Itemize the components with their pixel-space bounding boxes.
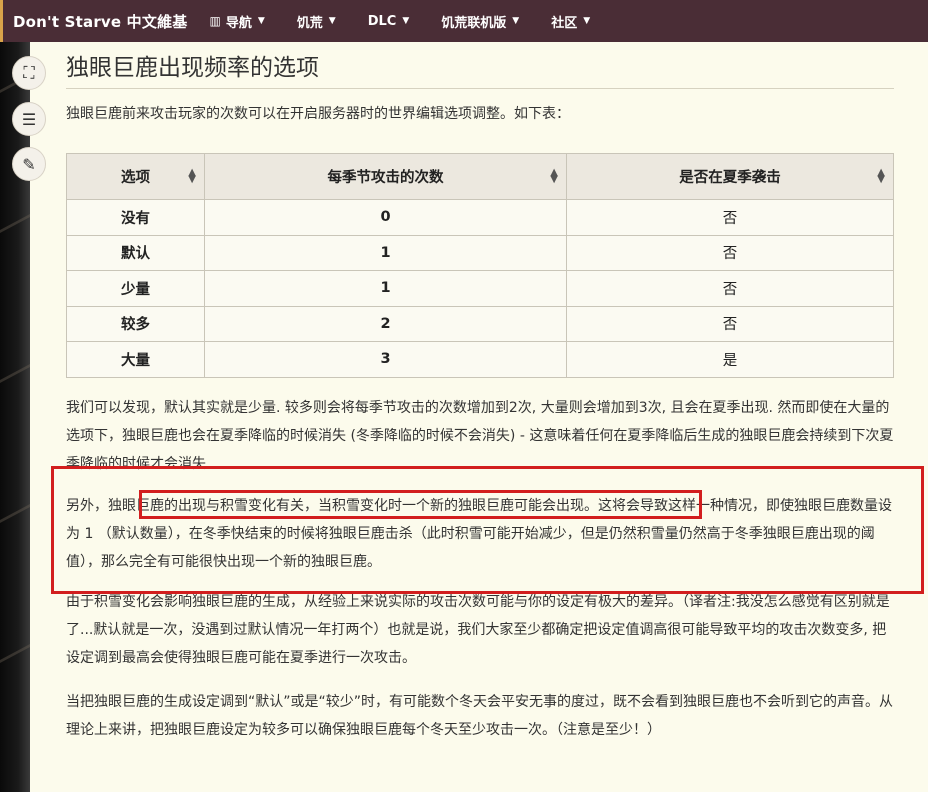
sort-icon: ▲ ▼ (877, 167, 885, 185)
table-row: 没有 0 否 (66, 199, 894, 236)
table-cell-option: 默认 (66, 234, 205, 271)
table-cell-option: 较多 (66, 305, 205, 342)
rail-streak (0, 364, 30, 383)
paragraph-attack-variance: 由于积雪变化会影响独眼巨鹿的生成，从经验上来说实际的攻击次数可能与你的设定有极大… (66, 593, 890, 666)
table-cell-option: 没有 (66, 199, 205, 236)
table-cell-count: 1 (204, 270, 567, 307)
caret-down-icon: ▼ (328, 16, 336, 26)
table-cell-count: 1 (204, 234, 567, 271)
paragraph-winter-setting: 当把独眼巨鹿的生成设定调到“默认”或是“较少”时，有可能数个冬天会平安无事的度过… (66, 693, 894, 738)
caret-down-icon: ▼ (512, 16, 520, 26)
edit-button[interactable]: ✎ (12, 147, 46, 181)
section-title: 独眼巨鹿出现频率的选项 (66, 42, 894, 89)
table-row: 较多 2 否 (66, 305, 894, 342)
table-cell-summer: 是 (566, 341, 894, 378)
column-header-summer-attack[interactable]: 是否在夏季袭击 ▲ ▼ (566, 153, 894, 200)
paragraph-default-explanation: 我们可以发现，默认其实就是少量. 较多则会将每季节攻击的次数增加到2次, 大量则… (66, 399, 894, 472)
rail-streak (0, 504, 30, 523)
nav-item-label: 饥荒 (296, 15, 323, 31)
nav-item-label: 导航 (225, 15, 252, 31)
table-cell-summer: 否 (566, 199, 894, 236)
rail-streak (0, 214, 30, 233)
table-cell-summer: 否 (566, 270, 894, 307)
table-row: 大量 3 是 (66, 341, 894, 378)
top-navigation: Don't Starve 中文維基 ▥ 导航 ▼ 饥荒 ▼ DLC ▼ 饥荒联机… (0, 0, 928, 42)
sort-icon: ▲ ▼ (188, 167, 196, 185)
fullscreen-icon: ⛶ (23, 63, 35, 82)
nav-item-dont-starve[interactable]: 饥荒 ▼ (297, 12, 336, 31)
table-cell-count: 0 (204, 199, 567, 236)
pencil-icon: ✎ (22, 154, 36, 174)
fullscreen-button[interactable]: ⛶ (12, 56, 46, 90)
sort-icon: ▲ ▼ (550, 167, 558, 185)
table-row: 默认 1 否 (66, 234, 894, 271)
nav-item-label: 社区 (551, 15, 578, 31)
nav-item-label: 饥荒联机版 (441, 15, 507, 31)
nav-item-together[interactable]: 饥荒联机版 ▼ (441, 12, 519, 31)
column-header-attack-count[interactable]: 每季节攻击的次数 ▲ ▼ (204, 153, 567, 200)
article-content: 独眼巨鹿出现频率的选项 独眼巨鹿前来攻击玩家的次数可以在开启服务器时的世界编辑选… (30, 42, 928, 792)
nav-item-dlc[interactable]: DLC ▼ (368, 14, 410, 29)
table-cell-summer: 否 (566, 305, 894, 342)
intro-text: 独眼巨鹿前来攻击玩家的次数可以在开启服务器时的世界编辑选项调整。如下表： (66, 106, 570, 122)
frequency-options-table: 选项 ▲ ▼ 每季节攻击的次数 ▲ ▼ 是否在夏季袭击 ▲ ▼ 没有 0 否 默… (66, 153, 894, 378)
caret-down-icon: ▼ (402, 16, 410, 26)
list-icon: ☰ (21, 109, 37, 129)
table-of-contents-button[interactable]: ☰ (12, 102, 46, 136)
caret-down-icon: ▼ (583, 16, 591, 26)
table-cell-option: 大量 (66, 341, 205, 378)
paragraph-snow-change: 另外，独眼巨鹿的出现与积雪变化有关，当积雪变化时一个新的独眼巨鹿可能会出现。这将… (66, 497, 892, 570)
site-title[interactable]: Don't Starve 中文維基 (13, 11, 188, 32)
table-row: 少量 1 否 (66, 270, 894, 307)
table-cell-option: 少量 (66, 270, 205, 307)
column-header-option[interactable]: 选项 ▲ ▼ (66, 153, 205, 200)
nav-item-community[interactable]: 社区 ▼ (551, 12, 590, 31)
table-header-row: 选项 ▲ ▼ 每季节攻击的次数 ▲ ▼ 是否在夏季袭击 ▲ ▼ (66, 153, 894, 200)
map-icon: ▥ (209, 14, 221, 28)
caret-down-icon: ▼ (257, 16, 265, 26)
table-cell-count: 2 (204, 305, 567, 342)
nav-item-navigation[interactable]: ▥ 导航 ▼ (210, 12, 265, 31)
table-cell-count: 3 (204, 341, 567, 378)
nav-item-label: DLC (367, 13, 397, 29)
rail-streak (0, 644, 30, 663)
table-cell-summer: 否 (566, 234, 894, 271)
